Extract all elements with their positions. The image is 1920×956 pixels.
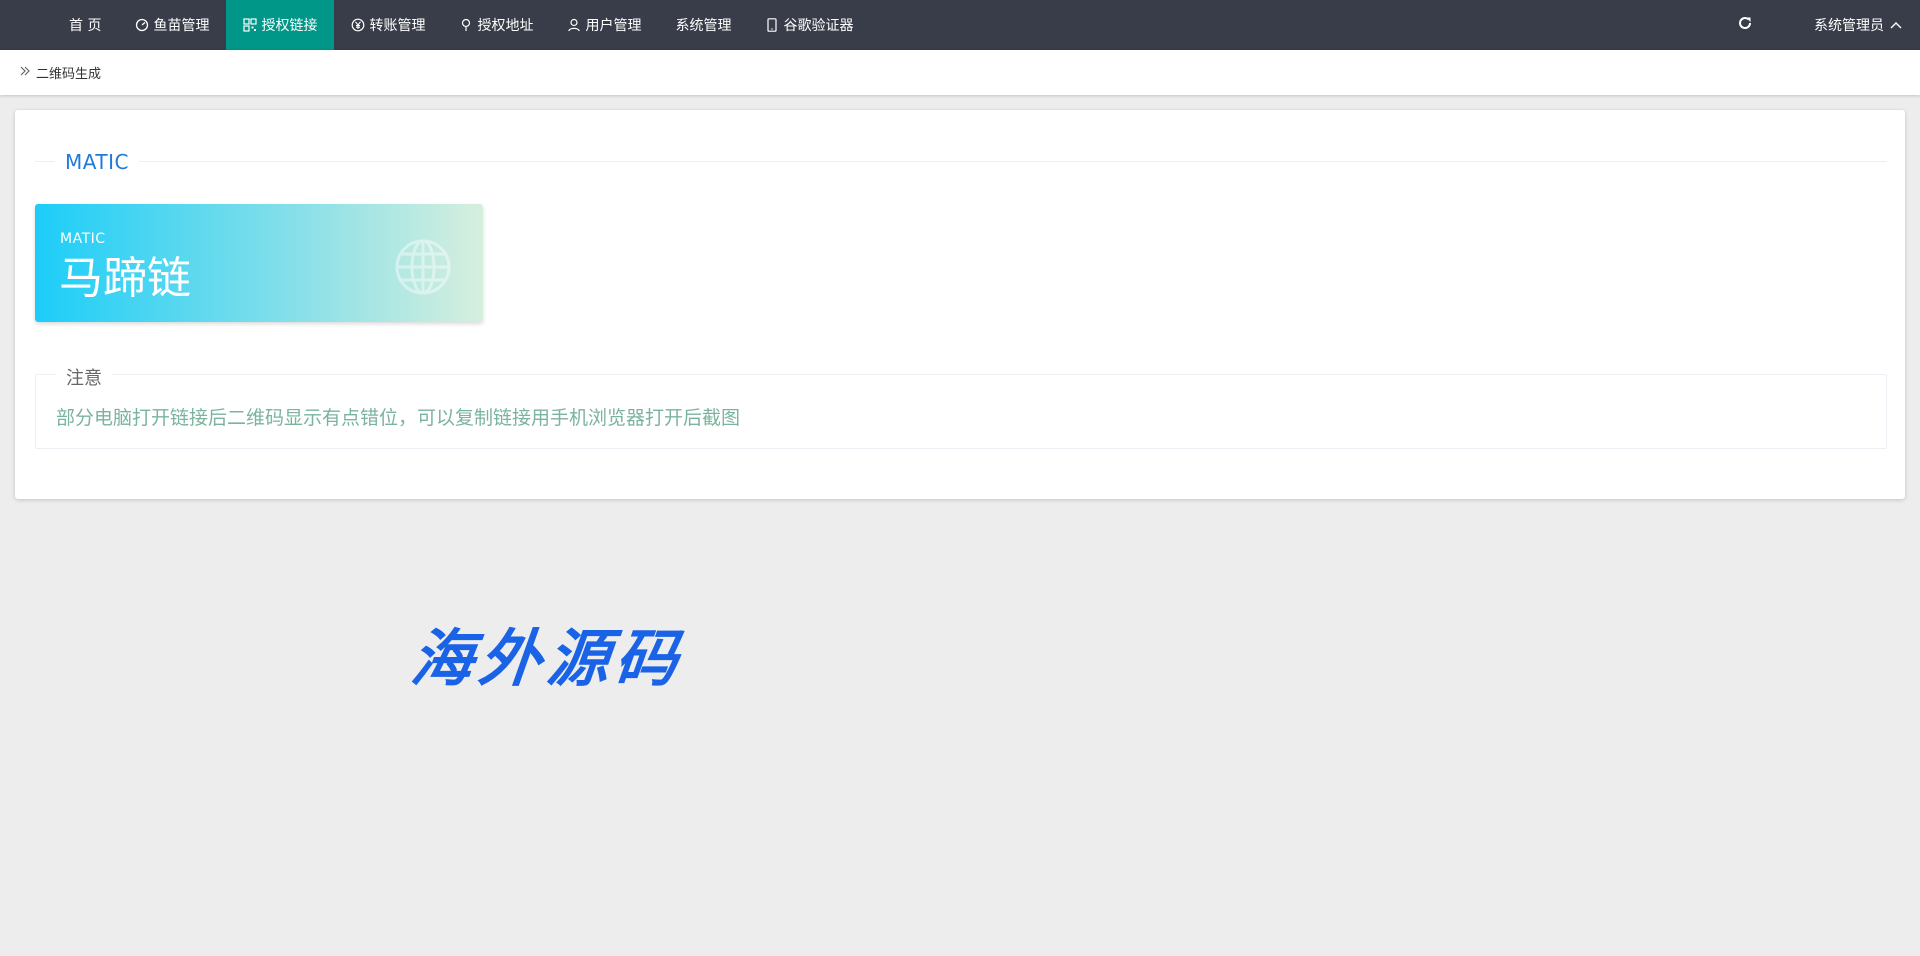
- nav-item-auth-link[interactable]: 授权链接: [226, 0, 335, 50]
- nav-item-label: 谷歌验证器: [783, 18, 854, 34]
- admin-menu[interactable]: 系统管理员: [1814, 15, 1920, 35]
- breadcrumb-label[interactable]: 二维码生成: [36, 63, 101, 82]
- nav-right: 系统管理员: [1720, 0, 1920, 50]
- coin-code: MATIC: [60, 231, 106, 247]
- nav-item-label: 首 页: [69, 18, 102, 34]
- admin-label: 系统管理员: [1814, 18, 1884, 34]
- location-pin-icon: [459, 18, 473, 32]
- notice-box: 注意 部分电脑打开链接后二维码显示有点错位，可以复制链接用手机浏览器打开后截图: [35, 364, 1887, 449]
- double-chevron-right-icon: [19, 65, 36, 81]
- yuan-icon: [351, 18, 365, 32]
- refresh-button[interactable]: [1720, 0, 1770, 50]
- nav-item-label: 授权地址: [477, 18, 534, 34]
- coin-card-matic[interactable]: MATIC 马蹄链: [35, 204, 483, 322]
- nav-item-label: 鱼苗管理: [153, 18, 210, 34]
- mobile-phone-icon: [765, 18, 779, 32]
- nav-item-system-management[interactable]: 系统管理: [658, 0, 748, 50]
- qrcode-icon: [243, 18, 258, 32]
- nav-item-label: 授权链接: [261, 18, 318, 34]
- nav-item-transfer-management[interactable]: 转账管理: [334, 0, 442, 50]
- top-navbar: 首 页 鱼苗管理 授权链接 转账管理 授权地址 用户管理 系统管理 谷歌验证器 …: [0, 0, 1920, 50]
- watermark: 海外源码: [407, 622, 688, 695]
- nav-item-home[interactable]: 首 页: [52, 0, 118, 50]
- content-card: MATIC MATIC 马蹄链 注意 部分电脑打开链接后二维码显示有点错位，可以…: [15, 110, 1905, 499]
- nav-item-label: 转账管理: [369, 18, 426, 34]
- notice-message: 部分电脑打开链接后二维码显示有点错位，可以复制链接用手机浏览器打开后截图: [56, 407, 741, 429]
- breadcrumb: 二维码生成: [0, 50, 1920, 95]
- nav-item-fish-management[interactable]: 鱼苗管理: [118, 0, 226, 50]
- notice-label: 注意: [56, 364, 112, 390]
- nav-item-label: 用户管理: [585, 18, 642, 34]
- refresh-icon: [1737, 15, 1753, 35]
- nav-item-user-management[interactable]: 用户管理: [550, 0, 658, 50]
- section-title: MATIC: [55, 150, 139, 174]
- section-divider: [35, 161, 1887, 162]
- dashboard-icon: [135, 18, 149, 32]
- chevron-up-icon: [1884, 17, 1902, 33]
- coin-name: 马蹄链: [59, 253, 191, 304]
- user-icon: [567, 18, 581, 32]
- main-nav: 首 页 鱼苗管理 授权链接 转账管理 授权地址 用户管理 系统管理 谷歌验证器: [52, 0, 870, 50]
- nav-item-label: 系统管理: [675, 18, 732, 34]
- section-header: MATIC: [35, 150, 1887, 174]
- nav-item-auth-address[interactable]: 授权地址: [442, 0, 550, 50]
- globe-icon: [395, 239, 451, 295]
- nav-item-google-authenticator[interactable]: 谷歌验证器: [748, 0, 870, 50]
